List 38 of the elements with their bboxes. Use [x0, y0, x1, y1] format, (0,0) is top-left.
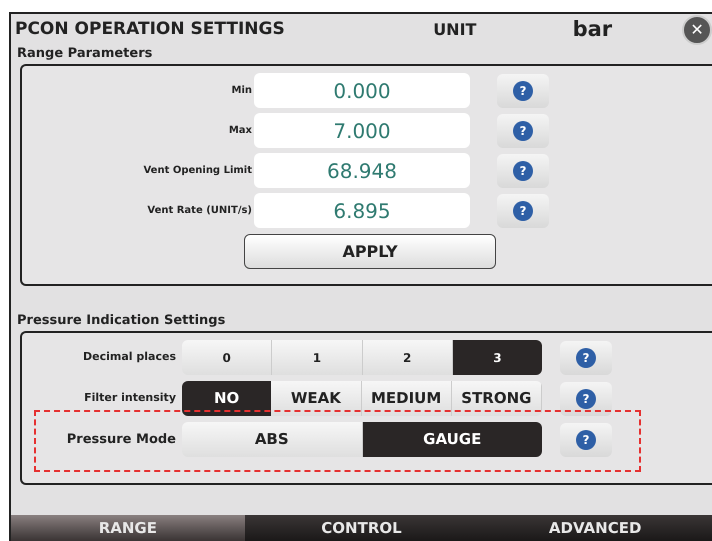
help-button[interactable]: ? — [560, 422, 612, 456]
help-button[interactable]: ? — [497, 154, 549, 188]
help-button[interactable]: ? — [497, 74, 549, 108]
row-label: Filter intensity — [83, 390, 177, 406]
unit-value: bar — [572, 16, 614, 44]
unit-label: UNIT — [433, 19, 478, 41]
help-button[interactable]: ? — [497, 114, 549, 148]
close-button[interactable]: ✕ — [682, 15, 712, 45]
value-field[interactable]: 0.000 — [254, 73, 470, 108]
option-button[interactable]: STRONG — [452, 381, 542, 416]
option-button[interactable]: NO — [182, 381, 272, 416]
value-field[interactable]: 68.948 — [254, 153, 470, 188]
option-button[interactable]: GAUGE — [362, 422, 542, 457]
option-button[interactable]: ABS — [182, 422, 362, 457]
help-button[interactable]: ? — [497, 194, 549, 228]
value-field[interactable]: 6.895 — [254, 193, 470, 228]
apply-button[interactable]: APPLY — [244, 234, 496, 269]
option-button[interactable]: 0 — [182, 340, 272, 375]
option-button[interactable]: 2 — [362, 340, 453, 375]
section-title: Pressure Indication Settings — [16, 313, 226, 329]
option-button[interactable]: WEAK — [271, 381, 362, 416]
option-button[interactable]: 1 — [272, 340, 362, 375]
value-field[interactable]: 7.000 — [254, 113, 470, 148]
field-label: Min — [230, 84, 252, 96]
field-label: Vent Rate (UNIT/s) — [146, 204, 252, 216]
row-label: Pressure Mode — [66, 430, 177, 449]
field-label: Vent Opening Limit — [142, 164, 252, 176]
section-title: Range Parameters — [16, 46, 154, 62]
help-button[interactable]: ? — [560, 382, 612, 416]
row-label: Decimal places — [82, 349, 177, 366]
option-button[interactable]: 3 — [452, 340, 542, 375]
field-label: Max — [228, 124, 252, 136]
tab[interactable]: ADVANCED — [478, 515, 712, 541]
tab[interactable]: RANGE — [11, 515, 245, 541]
help-button[interactable]: ? — [560, 340, 612, 374]
tab[interactable]: CONTROL — [244, 515, 478, 541]
option-button[interactable]: MEDIUM — [362, 381, 452, 416]
window-title: PCON OPERATION SETTINGS — [15, 18, 286, 42]
